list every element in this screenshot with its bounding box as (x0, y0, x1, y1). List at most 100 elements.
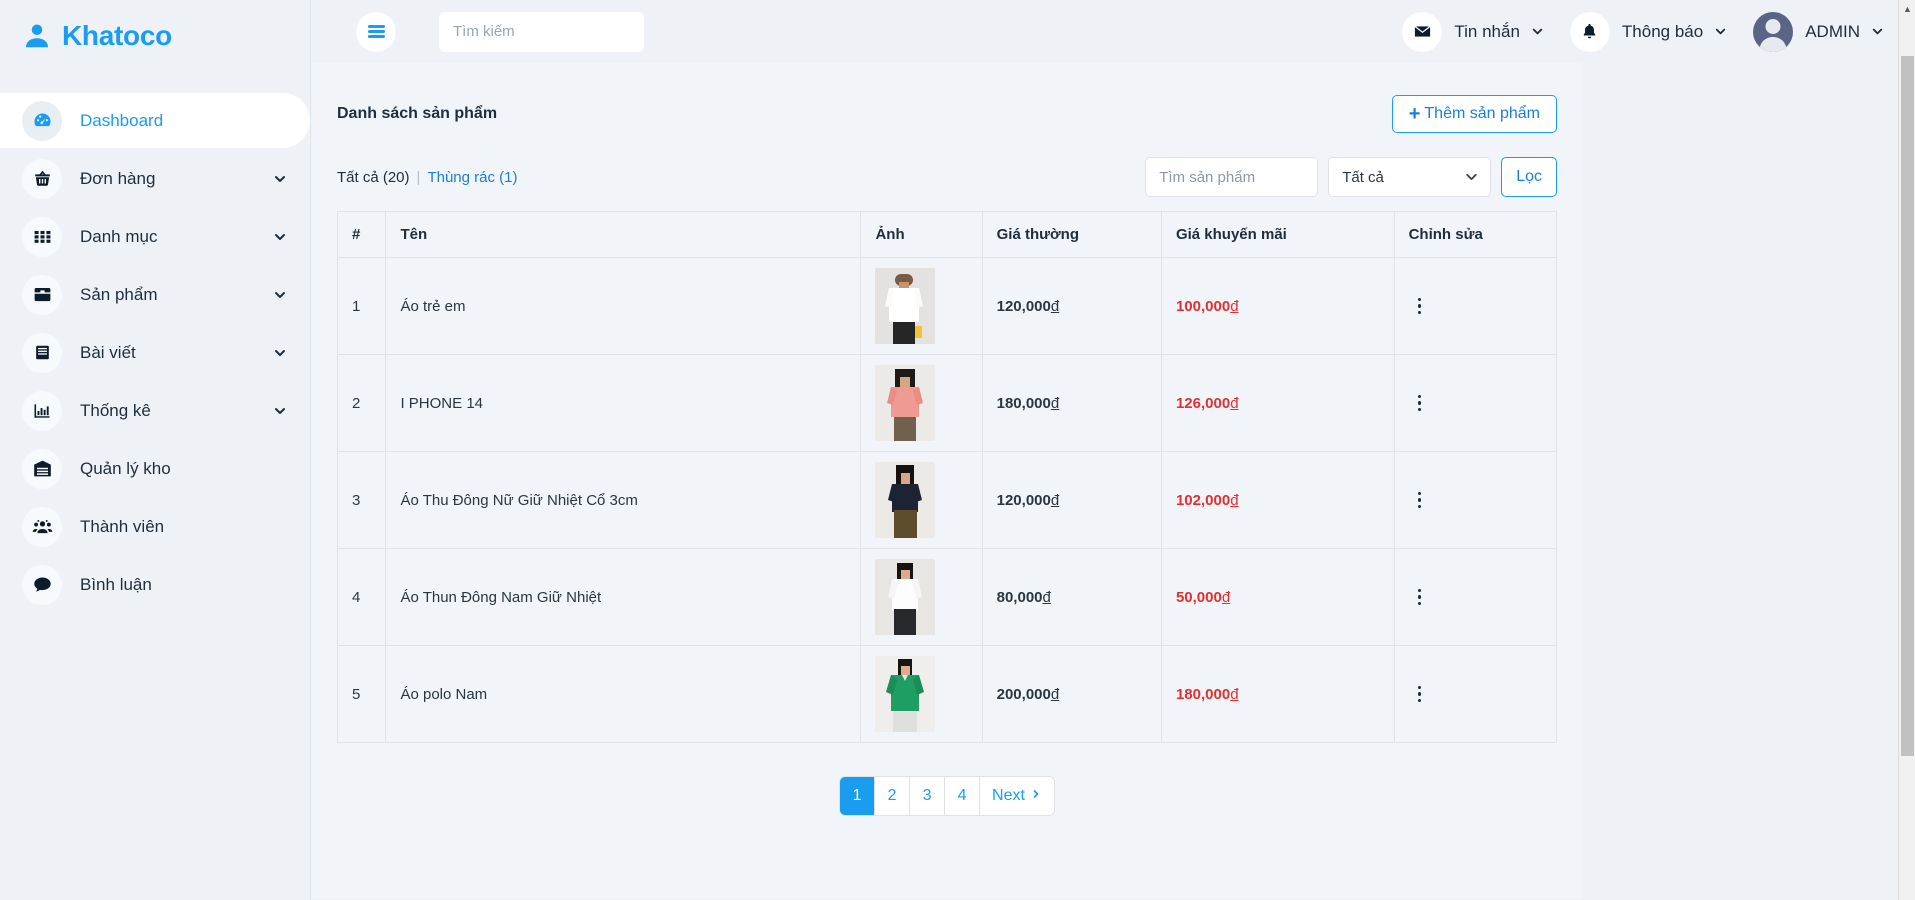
chevron-down-icon[interactable] (1870, 24, 1885, 39)
add-product-label: Thêm sản phẩm (1424, 105, 1540, 122)
chevron-down-icon[interactable] (272, 345, 288, 361)
cell-price: 120,000đ (981, 451, 1162, 549)
sidebar-item-products[interactable]: Sản phẩm (0, 267, 310, 322)
filter-button[interactable]: Lọc (1501, 157, 1557, 197)
messages-menu[interactable]: Tin nhắn (1402, 11, 1545, 52)
more-actions-icon[interactable] (1409, 489, 1431, 511)
page-3-button[interactable]: 3 (910, 777, 946, 815)
page-title: Danh sách sản phẩm (337, 105, 498, 122)
sidebar-item-categories[interactable]: Danh mục (0, 209, 310, 264)
chevron-down-icon[interactable] (272, 229, 288, 245)
sidebar: Khatoco Dashboard Đơn hàng Danh mục Sản … (0, 0, 310, 900)
sidebar-item-statistics[interactable]: Thống kê (0, 383, 310, 438)
cell-name: Áo trẻ em (385, 257, 862, 355)
more-actions-icon[interactable] (1409, 392, 1431, 414)
sidebar-item-articles[interactable]: Bài viết (0, 325, 310, 380)
currency-symbol: đ (1230, 394, 1239, 412)
table-row: 3 Áo Thu Đông Nữ Giữ Nhiệt Cổ 3cm 120,00… (336, 451, 1558, 549)
category-select[interactable]: Tất cả (1328, 157, 1492, 197)
dashboard-icon (22, 100, 62, 141)
th-image: Ảnh (860, 211, 983, 258)
more-actions-icon[interactable] (1409, 683, 1431, 705)
cell-sale-price: 100,000đ (1160, 257, 1395, 355)
filter-bar: Tất cả (20) | Thùng rác (1) Tất cả (312, 139, 1582, 201)
topbar-actions: Tin nhắn Thông báo ADMIN (1377, 11, 1885, 52)
basket-icon (22, 158, 62, 199)
sidebar-nav: Dashboard Đơn hàng Danh mục Sản phẩm Bài… (0, 72, 310, 612)
user-menu[interactable]: ADMIN (1753, 11, 1885, 52)
chart-icon (22, 390, 62, 431)
currency-symbol: đ (1050, 491, 1060, 509)
user-label: ADMIN (1805, 21, 1860, 41)
brand-name: Khatoco (62, 20, 172, 51)
table-body: 1 Áo trẻ em 120,000đ 100,000đ 2 I PHONE … (336, 257, 1558, 743)
cell-sale-price: 126,000đ (1160, 354, 1395, 452)
table-header-row: # Tên Ảnh Giá thường Giá khuyến mãi Chỉn… (336, 211, 1558, 258)
more-actions-icon[interactable] (1409, 295, 1431, 317)
more-actions-icon[interactable] (1409, 586, 1431, 608)
sidebar-item-members[interactable]: Thành viên (0, 499, 310, 554)
chevron-down-icon[interactable] (272, 171, 288, 187)
scroll-up-arrow[interactable]: ▲ (1899, 0, 1915, 17)
next-page-label: Next (992, 787, 1025, 804)
product-table: # Tên Ảnh Giá thường Giá khuyến mãi Chỉn… (336, 211, 1558, 743)
page-scrollbar[interactable]: ▲ (1898, 0, 1915, 900)
sidebar-item-warehouse[interactable]: Quản lý kho (0, 441, 310, 496)
sidebar-item-comments[interactable]: Bình luận (0, 557, 310, 612)
tab-all[interactable]: Tất cả (20) (337, 169, 410, 186)
filter-controls: Tất cả Lọc (1145, 157, 1557, 197)
cell-index: 5 (336, 645, 387, 743)
sidebar-item-label: Bình luận (80, 574, 152, 594)
th-price: Giá thường (981, 211, 1162, 258)
currency-symbol: đ (1050, 394, 1060, 412)
sale-price-value: 180,000 (1175, 685, 1231, 703)
chevron-down-icon[interactable] (272, 287, 288, 303)
sidebar-item-dashboard[interactable]: Dashboard (0, 93, 310, 148)
chevron-right-icon (1030, 787, 1042, 805)
table-row: 1 Áo trẻ em 120,000đ 100,000đ (336, 257, 1558, 355)
notifications-label: Thông báo (1621, 21, 1704, 41)
topbar: Tin nhắn Thông báo (310, 0, 1915, 63)
product-search-input[interactable] (1145, 157, 1319, 197)
price-value: 120,000 (996, 297, 1051, 315)
brand-logo[interactable]: Khatoco (0, 0, 310, 72)
currency-symbol: đ (1230, 685, 1239, 703)
chevron-down-icon[interactable] (1530, 24, 1545, 39)
notifications-menu[interactable]: Thông báo (1569, 11, 1728, 52)
status-tabs: Tất cả (20) | Thùng rác (1) (337, 169, 517, 186)
next-page-button[interactable]: Next (980, 777, 1054, 815)
tab-trash[interactable]: Thùng rác (1) (427, 169, 517, 186)
pagination: 1 2 3 4 Next (312, 743, 1582, 843)
sidebar-item-label: Danh mục (80, 226, 158, 246)
app-root: Khatoco Dashboard Đơn hàng Danh mục Sản … (0, 0, 1915, 900)
search-input[interactable] (439, 11, 644, 52)
currency-symbol: đ (1050, 297, 1060, 315)
sidebar-item-label: Thành viên (80, 516, 165, 536)
product-thumbnail (875, 559, 936, 635)
sidebar-item-label: Thống kê (80, 400, 151, 420)
currency-symbol: đ (1050, 685, 1060, 703)
users-icon (22, 506, 62, 547)
table-row: 4 Áo Thun Đông Nam Giữ Nhiệt 80,000đ 50,… (336, 548, 1558, 646)
tab-separator: | (416, 168, 421, 186)
price-value: 120,000 (996, 491, 1051, 509)
sale-price-value: 126,000 (1175, 394, 1231, 412)
chevron-down-icon[interactable] (272, 403, 288, 419)
product-thumbnail (875, 365, 936, 441)
hamburger-icon[interactable] (356, 11, 396, 52)
scrollbar-thumb[interactable] (1901, 56, 1914, 756)
add-product-button[interactable]: + Thêm sản phẩm (1391, 95, 1557, 133)
cell-image (860, 257, 983, 355)
page-2-button[interactable]: 2 (875, 777, 911, 815)
page-1-button[interactable]: 1 (840, 777, 876, 815)
table-head: # Tên Ảnh Giá thường Giá khuyến mãi Chỉn… (336, 211, 1558, 258)
chevron-down-icon[interactable] (1713, 24, 1728, 39)
cell-index: 1 (336, 257, 387, 355)
page-4-button[interactable]: 4 (945, 777, 981, 815)
cell-image (860, 354, 983, 452)
cell-image (860, 645, 983, 743)
sidebar-item-orders[interactable]: Đơn hàng (0, 151, 310, 206)
category-select-wrap: Tất cả (1328, 157, 1492, 197)
cell-price: 120,000đ (981, 257, 1162, 355)
cell-edit (1393, 354, 1558, 452)
